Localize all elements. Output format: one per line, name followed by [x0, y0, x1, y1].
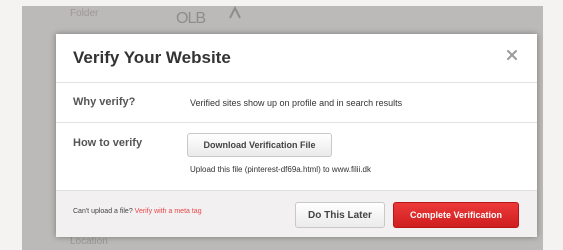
close-icon[interactable]: [505, 48, 519, 62]
why-verify-text: Verified sites show up on profile and in…: [190, 98, 403, 108]
do-this-later-button[interactable]: Do This Later: [295, 202, 385, 228]
how-to-verify-row: How to verify Download Verification File…: [56, 123, 537, 191]
why-verify-row: Why verify? Verified sites show up on pr…: [56, 83, 537, 123]
meta-tag-link[interactable]: Verify with a meta tag: [135, 208, 202, 215]
dialog-title: Verify Your Website: [73, 48, 231, 67]
why-verify-label: Why verify?: [73, 96, 136, 108]
background-field-label: Folder: [70, 8, 99, 19]
cant-upload-label: Can't upload a file?: [73, 208, 133, 215]
complete-verification-button[interactable]: Complete Verification: [393, 202, 519, 228]
cant-upload-text: Can't upload a file? Verify with a meta …: [73, 208, 202, 215]
background-field-label-bottom: Location: [70, 236, 108, 247]
verify-website-dialog: Verify Your Website Why verify? Verified…: [56, 34, 537, 237]
download-verification-file-button[interactable]: Download Verification File: [187, 133, 332, 157]
how-to-verify-label: How to verify: [73, 137, 143, 149]
logo-mark-icon: [229, 6, 241, 19]
dialog-header: Verify Your Website: [56, 34, 537, 83]
dialog-footer: Can't upload a file? Verify with a meta …: [56, 191, 537, 237]
background-logo-text: OLB: [176, 10, 206, 27]
upload-instructions: Upload this file (pinterest-df69a.html) …: [190, 165, 371, 174]
